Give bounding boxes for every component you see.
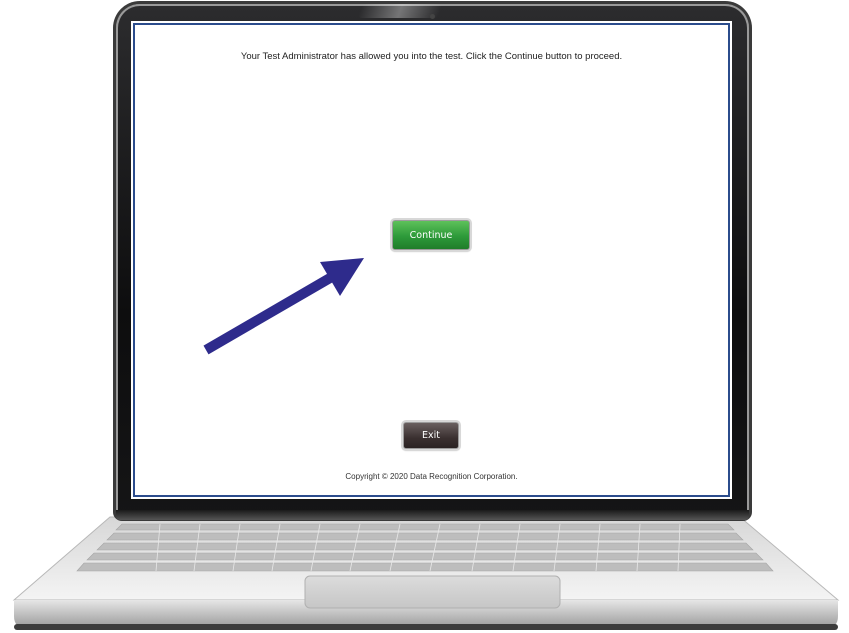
laptop-illustration: Your Test Administrator has allowed you … [0,0,849,633]
arrow-icon [203,258,364,355]
